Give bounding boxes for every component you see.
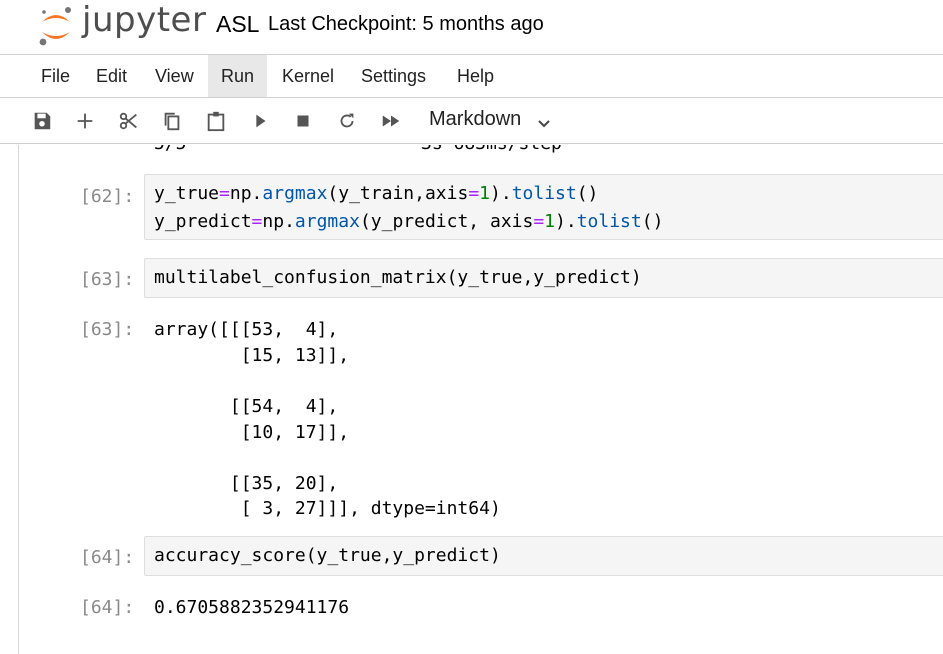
chevron-down-icon[interactable] <box>535 114 553 132</box>
menu-run[interactable]: Run <box>208 55 268 97</box>
menu-view[interactable]: View <box>142 55 207 97</box>
notebook-title[interactable]: ASL <box>216 11 259 38</box>
cell-63-output-prompt: [63]: <box>80 319 135 340</box>
cell-62-prompt: [62]: <box>80 186 135 207</box>
cell-64-output-prompt: [64]: <box>80 597 135 618</box>
cell-63-output-line: [[54, 4], <box>154 396 339 417</box>
cell-63-input[interactable]: multilabel_confusion_matrix(y_true,y_pre… <box>144 258 943 298</box>
clipped-output-left: 5/5 <box>154 145 187 154</box>
copy-icon[interactable] <box>160 109 184 133</box>
menu-help[interactable]: Help <box>444 55 507 97</box>
menu-bar: File Edit View Run Kernel Settings Help <box>0 54 943 98</box>
paste-icon[interactable] <box>204 109 228 133</box>
notebook-header: jupyter ASL Last Checkpoint: 5 months ag… <box>0 0 943 54</box>
menu-edit[interactable]: Edit <box>83 55 140 97</box>
menu-file[interactable]: File <box>28 55 83 97</box>
cell-64-input[interactable]: accuracy_score(y_true,y_predict) <box>144 536 943 576</box>
add-icon[interactable] <box>73 109 97 133</box>
jupyter-logo-text[interactable]: jupyter <box>82 0 206 40</box>
cell-63-output-line: [ 3, 27]]], dtype=int64) <box>154 498 501 519</box>
cut-icon[interactable] <box>117 109 141 133</box>
menu-kernel[interactable]: Kernel <box>269 55 347 97</box>
fast-forward-icon[interactable] <box>379 109 403 133</box>
cell-64-code: accuracy_score(y_true,y_predict) <box>154 545 501 566</box>
cell-62-line-2: y_predict=np.argmax(y_predict, axis=1).t… <box>154 211 664 232</box>
notebook-left-border <box>18 145 19 654</box>
stop-icon[interactable] <box>291 109 315 133</box>
cell-64-output: 0.6705882352941176 <box>154 597 350 618</box>
save-icon[interactable] <box>30 109 54 133</box>
jupyter-logo-icon[interactable] <box>36 4 76 48</box>
cell-64-prompt: [64]: <box>80 547 135 568</box>
notebook-area: 5/5 3s 683ms/step [62]: y_true=np.argmax… <box>0 145 943 654</box>
cell-63-output-line: [15, 13]], <box>154 345 350 366</box>
toolbar: Markdown <box>0 98 943 144</box>
cell-63-prompt: [63]: <box>80 269 135 290</box>
cell-63-output-line: [10, 17]], <box>154 422 350 443</box>
cell-type-select[interactable]: Markdown <box>429 108 521 131</box>
cell-63-code: multilabel_confusion_matrix(y_true,y_pre… <box>154 267 642 288</box>
menu-settings[interactable]: Settings <box>348 55 439 97</box>
cell-62-line-1: y_true=np.argmax(y_train,axis=1).tolist(… <box>154 183 599 204</box>
clipped-output-right: 3s 683ms/step <box>421 145 562 154</box>
restart-icon[interactable] <box>335 109 359 133</box>
cell-63-output-line: array([[[53, 4], <box>154 319 339 340</box>
run-icon[interactable] <box>248 109 272 133</box>
checkpoint-status: Last Checkpoint: 5 months ago <box>268 13 544 35</box>
cell-62-input[interactable]: y_true=np.argmax(y_train,axis=1).tolist(… <box>144 174 943 240</box>
cell-63-output-line: [[35, 20], <box>154 473 339 494</box>
